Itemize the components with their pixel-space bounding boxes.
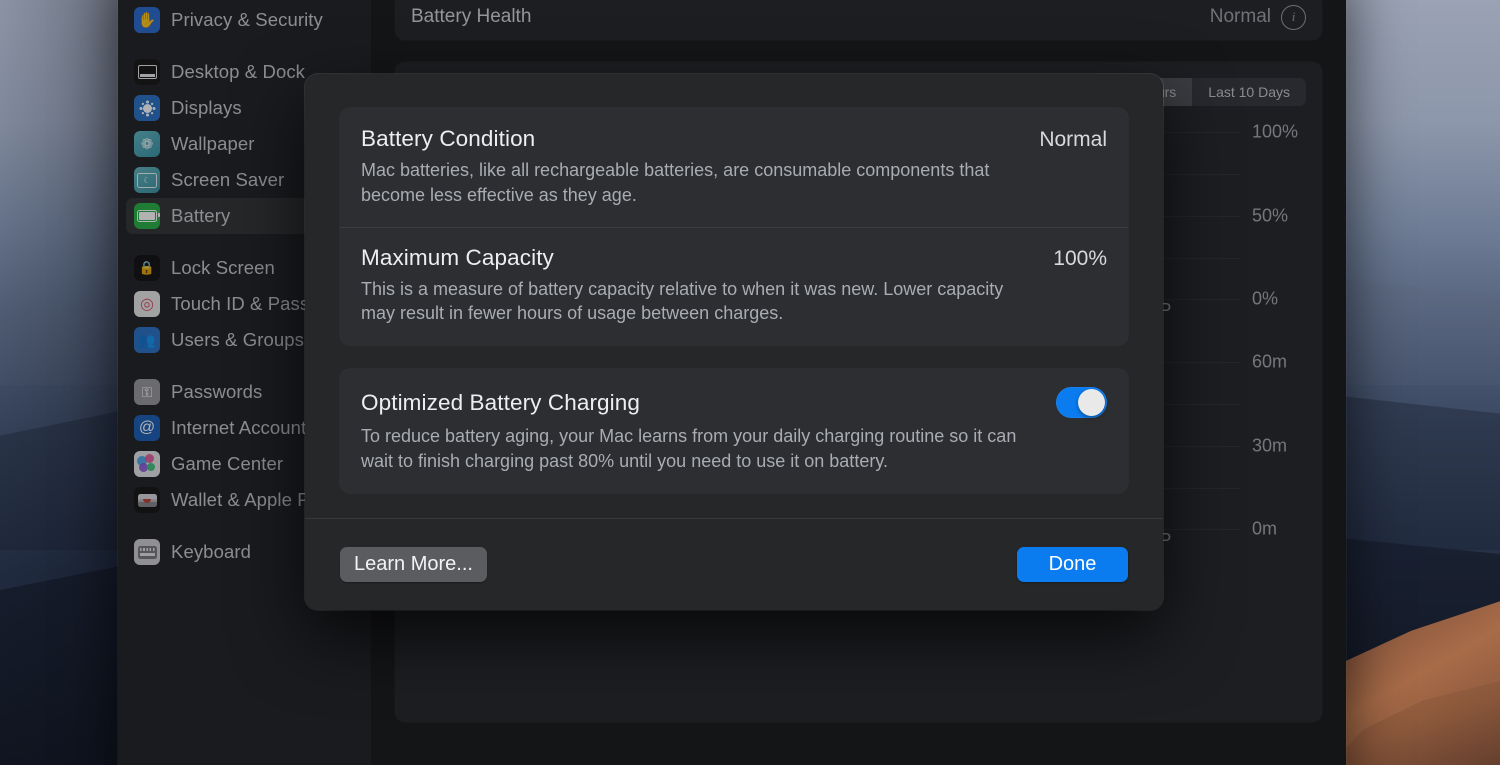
people-icon: 👥 [134,327,160,353]
sidebar-item-label: Displays [171,97,242,118]
done-button[interactable]: Done [1017,547,1128,582]
sheet-body: Battery Condition Normal Mac batteries, … [305,74,1163,518]
maximum-capacity-title: Maximum Capacity [361,244,554,270]
wallet-icon [134,487,160,513]
sidebar-item-label: Battery [171,205,231,226]
lock-icon: 🔒 [134,255,160,281]
row-header: Maximum Capacity 100% [361,245,1107,271]
sidebar-item-privacy-security[interactable]: ✋ Privacy & Security [126,2,363,38]
battery-condition-description: Mac batteries, like all rechargeable bat… [361,160,990,205]
battery-condition-title: Battery Condition [361,126,536,151]
at-sign-icon: @ [134,415,160,441]
brightness-sun-icon [134,95,160,121]
optimized-charging-group: Optimized Battery Charging To reduce bat… [340,369,1128,493]
sheet-footer: Learn More... Done [305,518,1163,610]
fingerprint-icon: ◎ [134,291,160,317]
row-header: Optimized Battery Charging [361,387,1107,419]
y-tick-label: 30m [1252,435,1288,456]
wallpaper-left-shade [0,0,120,765]
battery-condition-value: Normal [1039,128,1107,151]
sidebar-item-label: Screen Saver [171,169,285,190]
optimized-charging-title: Optimized Battery Charging [361,389,640,415]
battery-info-group: Battery Condition Normal Mac batteries, … [340,108,1128,346]
sidebar-item-label: Game Center [171,453,284,474]
row-header: Battery Condition Normal [361,126,1107,152]
toggle-knob [1078,389,1105,417]
sidebar-item-label: Keyboard [171,541,251,562]
info-circle-icon[interactable]: i [1281,4,1306,30]
battery-icon [134,203,160,229]
sidebar-divider [118,38,371,54]
optimized-battery-charging-row: Optimized Battery Charging To reduce bat… [340,369,1128,493]
sidebar-item-label: Users & Groups [171,329,304,350]
sidebar-item-label: Privacy & Security [171,9,323,30]
screensaver-icon: ☾ [134,167,160,193]
maximum-capacity-description: This is a measure of battery capacity re… [361,278,1004,324]
y-tick-label: 0m [1252,518,1278,539]
sidebar-item-label: Desktop & Dock [171,61,306,82]
optimized-charging-description: To reduce battery aging, your Mac learns… [361,426,1017,472]
flower-icon: ❁ [134,131,160,157]
y-tick-label: 0% [1252,288,1279,309]
y-tick-label: 100% [1252,121,1299,142]
y-tick-label: 50% [1252,205,1289,226]
battery-health-sheet: Battery Condition Normal Mac batteries, … [305,74,1163,610]
sidebar-item-label: Wallpaper [171,133,255,154]
monitor-icon [134,59,160,85]
key-icon: ⚿ [134,379,160,405]
battery-condition-row: Battery Condition Normal Mac batteries, … [340,108,1128,227]
screen: ✋ Privacy & Security Desktop & Dock Disp… [0,0,1500,765]
hand-icon: ✋ [134,7,160,33]
maximum-capacity-row: Maximum Capacity 100% This is a measure … [340,226,1128,346]
sidebar-item-label: Internet Accounts [171,417,316,438]
optimized-charging-toggle[interactable] [1056,387,1107,419]
y-tick-label: 60m [1252,351,1288,372]
battery-level-y-axis: 100% 50% 0% [1244,122,1306,309]
sidebar-item-label: Lock Screen [171,257,275,278]
game-center-icon [134,451,160,477]
maximum-capacity-value: 100% [1053,246,1107,270]
screen-usage-y-axis: 60m 30m 0m [1244,352,1306,539]
sidebar-item-label: Passwords [171,381,263,402]
battery-health-card[interactable]: Battery Health Normal i [395,0,1322,40]
battery-health-value: Normal [1209,6,1271,27]
battery-health-label: Battery Health [411,6,532,27]
segment-last-10-days[interactable]: Last 10 Days [1192,78,1306,106]
keyboard-icon [134,539,160,565]
learn-more-button[interactable]: Learn More... [340,547,487,582]
